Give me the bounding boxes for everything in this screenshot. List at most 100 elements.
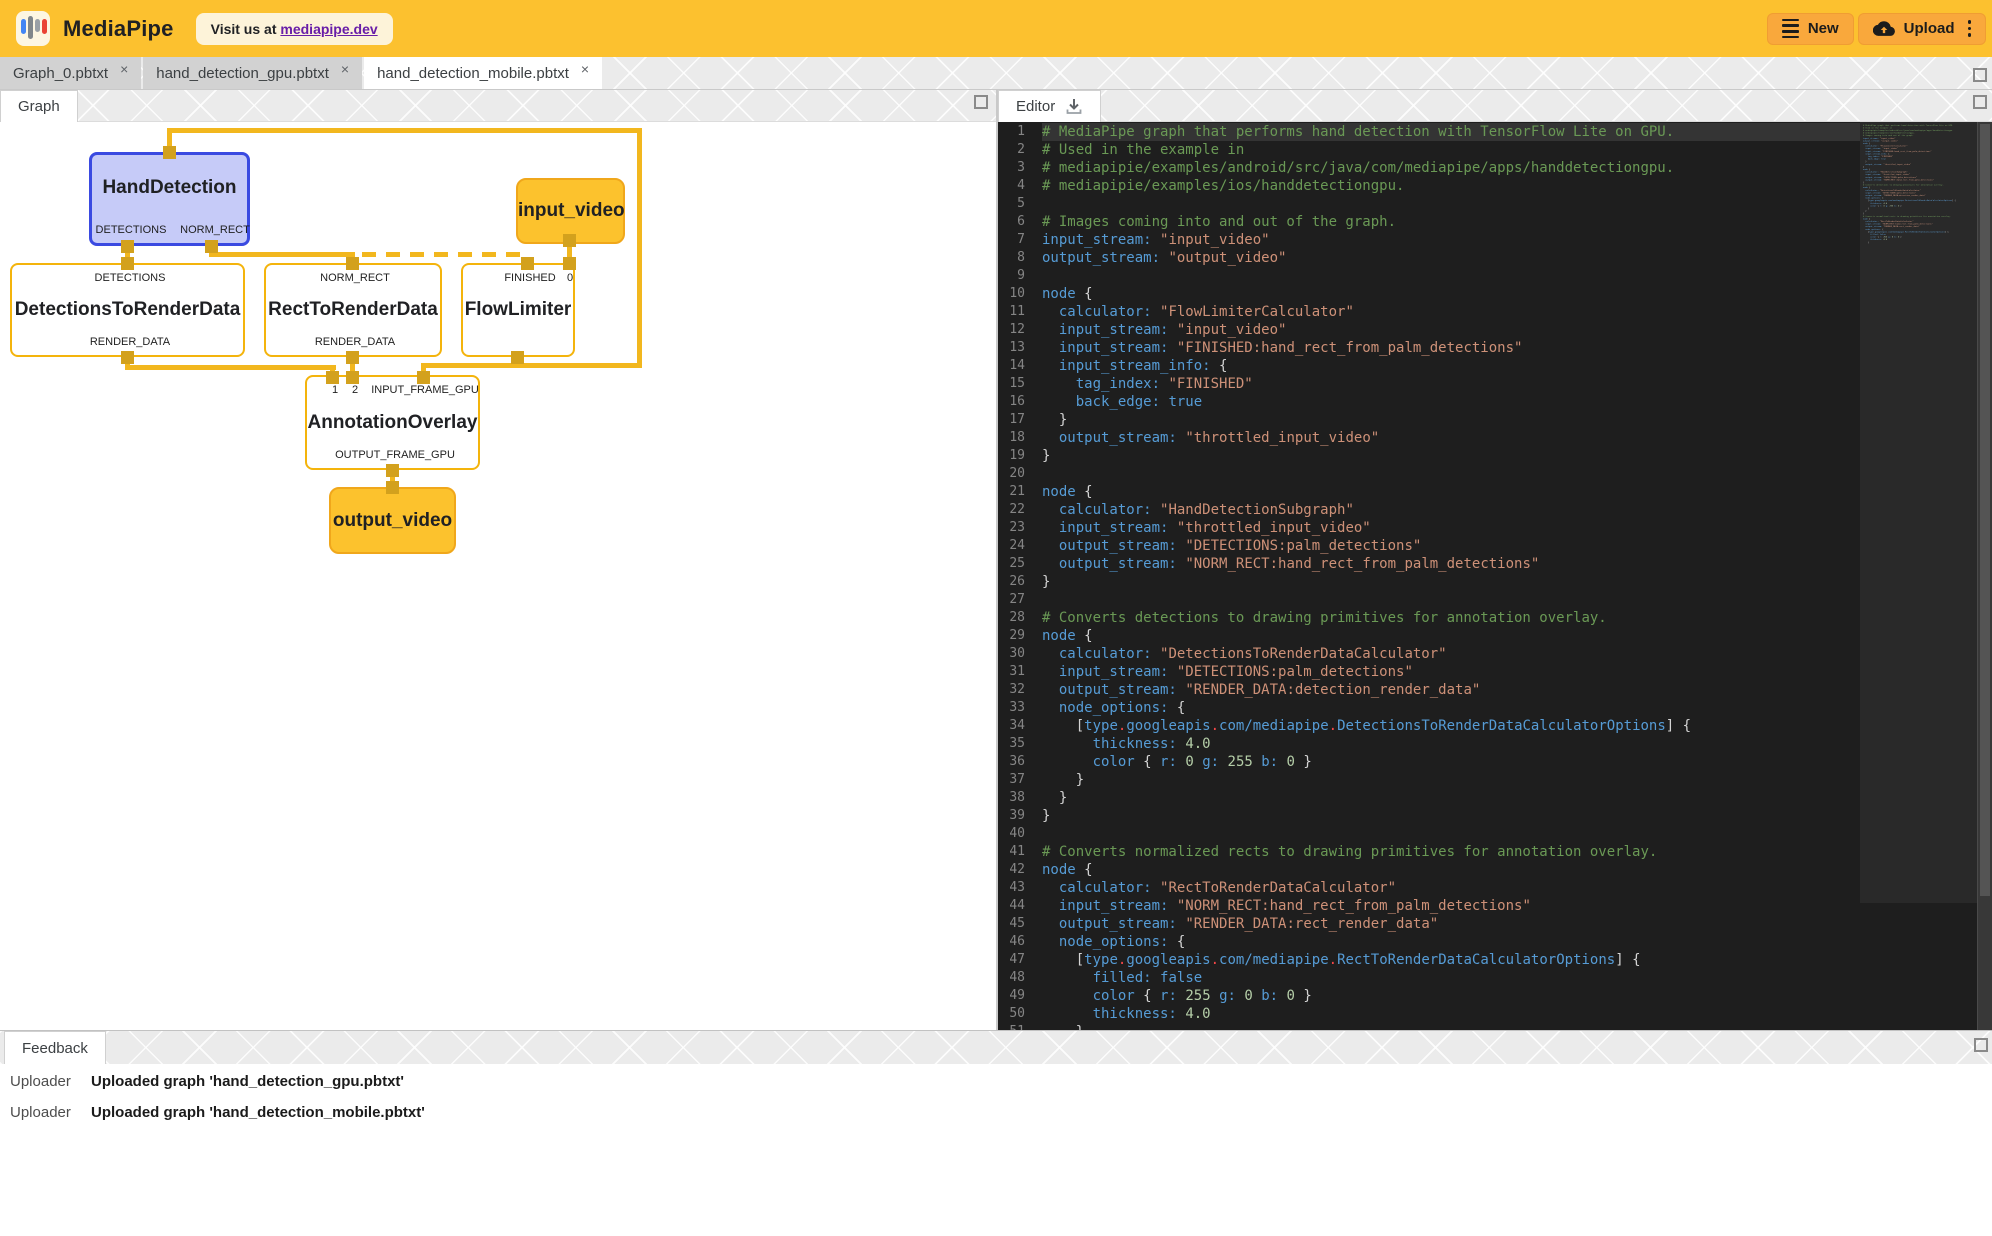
code-line[interactable]: 6# Images coming into and out of the gra… [998,213,1860,231]
tab-feedback-panel[interactable]: Feedback [4,1031,106,1065]
port-0[interactable]: 0 [567,272,573,284]
editor-scrollbar[interactable] [1977,122,1992,1030]
download-icon[interactable] [1065,98,1083,115]
port-input-frame-gpu[interactable]: INPUT_FRAME_GPU [371,384,479,396]
code-line[interactable]: 4# mediapipie/examples/ios/handdetection… [998,177,1860,195]
code-line[interactable]: 19} [998,447,1860,465]
code-line[interactable]: 11 calculator: "FlowLimiterCalculator" [998,303,1860,321]
code-line[interactable]: 44 input_stream: "NORM_RECT:hand_rect_fr… [998,897,1860,915]
code-line[interactable]: 33 node_options: { [998,699,1860,717]
code-line[interactable]: 34 [type.googleapis.com/mediapipe.Detect… [998,717,1860,735]
port-1[interactable]: 1 [332,384,338,396]
mediapipe-dev-link[interactable]: mediapipe.dev [280,21,377,37]
code-line[interactable]: 35 thickness: 4.0 [998,735,1860,753]
edge-connector [563,257,576,270]
code-line[interactable]: 22 calculator: "HandDetectionSubgraph" [998,501,1860,519]
code-line[interactable]: 14 input_stream_info: { [998,357,1860,375]
maximize-icon[interactable] [1973,95,1987,109]
code-line[interactable]: 39} [998,807,1860,825]
code-line[interactable]: 16 back_edge: true [998,393,1860,411]
tab-hand-detection-mobile-pbtxt[interactable]: hand_detection_mobile.pbtxt × [364,57,602,89]
feedback-log: Uploader Uploaded graph 'hand_detection_… [0,1064,1992,1236]
node-handdetection[interactable]: HandDetection DETECTIONS NORM_RECT [89,152,250,246]
code-line[interactable]: 46 node_options: { [998,933,1860,951]
tab-graph-panel[interactable]: Graph [0,90,78,122]
code-line[interactable]: 24 output_stream: "DETECTIONS:palm_detec… [998,537,1860,555]
code-line[interactable]: 43 calculator: "RectToRenderDataCalculat… [998,879,1860,897]
close-icon[interactable]: × [581,61,589,77]
code-text-area[interactable]: 1# MediaPipe graph that performs hand de… [998,122,1860,1030]
scrollbar-thumb[interactable] [1980,124,1990,896]
code-line[interactable]: 28# Converts detections to drawing primi… [998,609,1860,627]
code-line[interactable]: 37 } [998,771,1860,789]
maximize-icon[interactable] [1973,68,1987,82]
code-line[interactable]: 15 tag_index: "FINISHED" [998,375,1860,393]
node-annotationoverlay[interactable]: 1 2 INPUT_FRAME_GPU AnnotationOverlay OU… [305,375,480,470]
close-icon[interactable]: × [120,61,128,77]
node-detectionstorenderdata[interactable]: DETECTIONS DetectionsToRenderData RENDER… [10,263,245,357]
port-render-data[interactable]: RENDER_DATA [315,336,395,348]
minimap-slider[interactable] [1860,122,1977,903]
code-line[interactable]: 2# Used in the example in [998,141,1860,159]
code-line[interactable]: 49 color { r: 255 g: 0 b: 0 } [998,987,1860,1005]
graph-canvas[interactable]: HandDetection DETECTIONS NORM_RECT input… [0,122,996,1030]
code-line[interactable]: 30 calculator: "DetectionsToRenderDataCa… [998,645,1860,663]
port-output-frame-gpu[interactable]: OUTPUT_FRAME_GPU [335,449,455,461]
edge-connector [121,240,134,253]
node-flowlimiter[interactable]: FINISHED 0 FlowLimiter [461,263,575,357]
code-line[interactable]: 50 thickness: 4.0 [998,1005,1860,1023]
port-2[interactable]: 2 [352,384,358,396]
code-line[interactable]: 9 [998,267,1860,285]
code-line[interactable]: 3# mediapipie/examples/android/src/java/… [998,159,1860,177]
code-line[interactable]: 36 color { r: 0 g: 255 b: 0 } [998,753,1860,771]
tab-hand-detection-gpu-pbtxt[interactable]: hand_detection_gpu.pbtxt × [143,57,362,89]
code-line[interactable]: 23 input_stream: "throttled_input_video" [998,519,1860,537]
code-line[interactable]: 7input_stream: "input_video" [998,231,1860,249]
code-line[interactable]: 32 output_stream: "RENDER_DATA:detection… [998,681,1860,699]
port-detections[interactable]: DETECTIONS [95,272,166,284]
port-norm-rect[interactable]: NORM_RECT [320,272,390,284]
code-line[interactable]: 18 output_stream: "throttled_input_video… [998,429,1860,447]
code-line[interactable]: 29node { [998,627,1860,645]
edge-connector [326,371,339,384]
code-line[interactable]: 38 } [998,789,1860,807]
node-output-video[interactable]: output_video [329,487,456,554]
visit-us-text: Visit us at [211,21,281,37]
code-line[interactable]: 51 } [998,1023,1860,1030]
port-norm-rect[interactable]: NORM_RECT [180,224,250,236]
code-line[interactable]: 45 output_stream: "RENDER_DATA:rect_rend… [998,915,1860,933]
code-line[interactable]: 26} [998,573,1860,591]
editor-minimap[interactable]: # MediaPipe graph that performs hand det… [1860,122,1977,1030]
code-line[interactable]: 47 [type.googleapis.com/mediapipe.RectTo… [998,951,1860,969]
code-line[interactable]: 17 } [998,411,1860,429]
code-line[interactable]: 25 output_stream: "NORM_RECT:hand_rect_f… [998,555,1860,573]
code-line[interactable]: 42node { [998,861,1860,879]
tab-graph-0-pbtxt[interactable]: Graph_0.pbtxt × [0,57,141,89]
code-line[interactable]: 1# MediaPipe graph that performs hand de… [998,123,1860,141]
code-line[interactable]: 20 [998,465,1860,483]
tab-editor-panel[interactable]: Editor [998,90,1101,122]
node-recttorenderdata[interactable]: NORM_RECT RectToRenderData RENDER_DATA [264,263,442,357]
maximize-icon[interactable] [1974,1038,1988,1052]
code-editor[interactable]: 1# MediaPipe graph that performs hand de… [998,122,1992,1030]
close-icon[interactable]: × [341,61,349,77]
code-line[interactable]: 21node { [998,483,1860,501]
upload-button[interactable]: Upload [1858,13,1986,45]
port-finished[interactable]: FINISHED [504,272,555,284]
new-button[interactable]: New [1767,13,1854,45]
maximize-icon[interactable] [974,95,988,109]
code-line[interactable]: 12 input_stream: "input_video" [998,321,1860,339]
port-render-data[interactable]: RENDER_DATA [90,336,170,348]
code-line[interactable]: 41# Converts normalized rects to drawing… [998,843,1860,861]
graph-edge [421,363,642,368]
code-line[interactable]: 27 [998,591,1860,609]
code-line[interactable]: 10node { [998,285,1860,303]
more-options-icon[interactable] [1968,20,1972,37]
code-line[interactable]: 13 input_stream: "FINISHED:hand_rect_fro… [998,339,1860,357]
code-line[interactable]: 48 filled: false [998,969,1860,987]
port-detections[interactable]: DETECTIONS [96,224,167,236]
code-line[interactable]: 40 [998,825,1860,843]
code-line[interactable]: 5 [998,195,1860,213]
code-line[interactable]: 8output_stream: "output_video" [998,249,1860,267]
code-line[interactable]: 31 input_stream: "DETECTIONS:palm_detect… [998,663,1860,681]
